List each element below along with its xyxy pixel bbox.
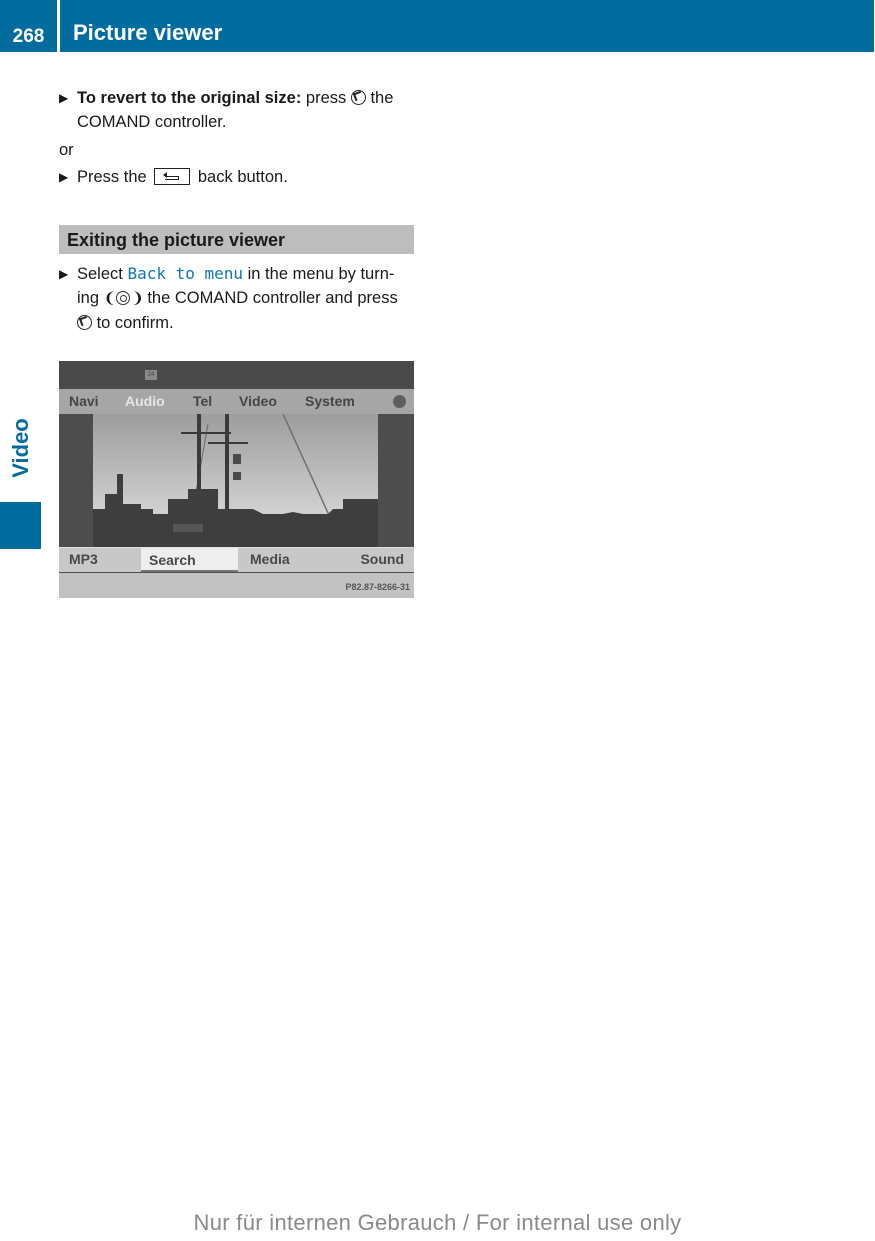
- step-text: back button.: [193, 168, 288, 186]
- instruction-step-exit: ▶ Select Back to menu in the menu by tur…: [59, 262, 414, 335]
- harbor-photo: [93, 414, 378, 549]
- section-tab-text: Video: [7, 417, 33, 478]
- screen-menu-navi: Navi: [69, 393, 99, 409]
- screen-submenu-mp3: MP3: [69, 551, 98, 567]
- status-indicator-icon: 24: [145, 370, 157, 380]
- screen-sub-menu: MP3 Search Media Sound: [59, 547, 414, 572]
- screen-main-menu: Navi Audio Tel Video System: [59, 389, 414, 414]
- section-heading: Exiting the picture viewer: [59, 225, 414, 254]
- step-text: Press the: [77, 168, 152, 186]
- instruction-step-back: ▶ Press the back button.: [59, 165, 414, 189]
- instruction-step-revert: ▶ To revert to the original size: press …: [59, 86, 414, 134]
- page-title: Picture viewer: [73, 20, 223, 45]
- menu-item-reference: Back to menu: [127, 264, 244, 283]
- step-arrow-icon: ▶: [59, 91, 69, 105]
- screen-footer: P82.87-8266-31: [59, 573, 414, 598]
- or-separator: or: [59, 141, 74, 159]
- header-divider: [57, 0, 60, 52]
- internal-use-watermark: Nur für internen Gebrauch / For internal…: [193, 1210, 682, 1235]
- comand-screenshot: 24 Navi Audio Tel Video System MP3 Searc…: [59, 361, 414, 598]
- step-arrow-icon: ▶: [59, 170, 69, 184]
- harbor-skyline-graphic: [93, 414, 378, 549]
- step-text: the COMAND controller and press: [142, 289, 398, 307]
- screen-menu-system: System: [305, 393, 355, 409]
- step-lead: To revert to the original size:: [77, 89, 302, 107]
- screen-submenu-sound: Sound: [360, 551, 404, 567]
- screen-menu-tel: Tel: [193, 393, 213, 409]
- page-header: 268 Picture viewer: [0, 0, 874, 52]
- section-tab-label: Video: [0, 395, 41, 500]
- rotate-controller-icon: ❨ ❩: [103, 290, 144, 307]
- screen-status-bar: 24: [59, 361, 414, 389]
- press-controller-icon: [77, 315, 92, 330]
- screen-menu-video: Video: [239, 393, 277, 409]
- back-button-icon: [154, 168, 191, 185]
- section-tab-marker: [0, 502, 41, 549]
- screen-menu-dot-icon: [393, 395, 406, 408]
- step-arrow-icon: ▶: [59, 267, 69, 281]
- page-number: 268: [12, 26, 45, 47]
- step-text: to confirm.: [92, 314, 174, 332]
- press-controller-icon: [350, 90, 366, 105]
- screen-menu-audio: Audio: [125, 393, 165, 409]
- step-text: Select: [77, 265, 128, 283]
- screen-submenu-search: Search: [141, 548, 238, 572]
- step-text: press: [301, 89, 351, 107]
- screen-submenu-media: Media: [250, 551, 290, 567]
- main-content: ▶ To revert to the original size: press …: [59, 86, 414, 335]
- image-reference-code: P82.87-8266-31: [345, 582, 410, 592]
